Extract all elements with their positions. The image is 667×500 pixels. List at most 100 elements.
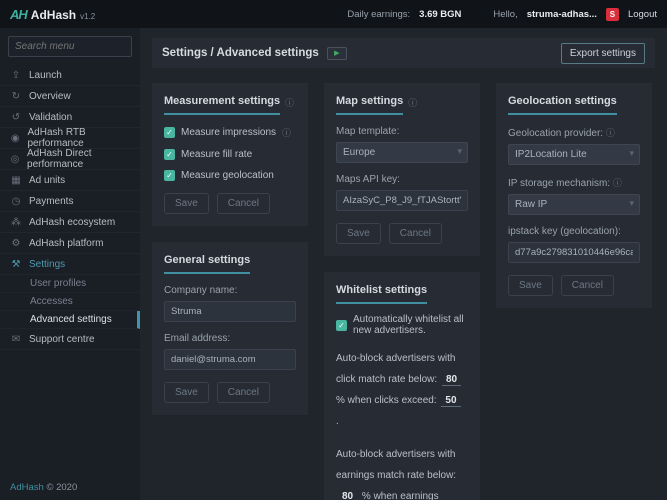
info-icon[interactable]: ⓘ	[408, 96, 417, 109]
cancel-button[interactable]: Cancel	[217, 382, 270, 403]
checkbox-label: Measure fill rate	[181, 149, 252, 160]
sidebar-item-adhash-rtb-performance[interactable]: ◉ AdHash RTB performance	[0, 128, 140, 149]
measurement-settings-card: Measurement settings ⓘ ✓ Measure impress…	[152, 83, 308, 226]
page-header: Settings / Advanced settings ▶ Export se…	[152, 38, 655, 68]
direct-performance-icon: ◎	[10, 154, 20, 165]
measure-impressions-row: ✓ Measure impressions ⓘ	[164, 125, 296, 139]
sidebar-item-validation[interactable]: ↺ Validation	[0, 107, 140, 128]
earnings-match-rule: Auto-block advertisers with earnings mat…	[336, 444, 468, 500]
sidebar-subitem-user-profiles[interactable]: User profiles	[0, 275, 140, 293]
rule-text: % when clicks exceed:	[336, 395, 437, 406]
validation-icon: ↺	[10, 112, 22, 123]
maps-api-key-field[interactable]	[336, 190, 468, 211]
sidebar-footer: AdHash © 2020	[10, 482, 77, 493]
measure-geolocation-checkbox[interactable]: ✓	[164, 170, 175, 181]
sidebar-item-adhash-ecosystem[interactable]: ⁂ AdHash ecosystem	[0, 212, 140, 233]
play-icon: ▶	[334, 50, 339, 57]
main-content: Settings / Advanced settings ▶ Export se…	[140, 28, 667, 500]
map-template-select[interactable]: Europe	[336, 142, 468, 163]
cancel-button[interactable]: Cancel	[389, 223, 442, 244]
sidebar-item-label: AdHash platform	[29, 238, 103, 249]
ip-storage-mechanism-label: IP storage mechanism: ⓘ	[508, 176, 640, 189]
info-icon[interactable]: ⓘ	[606, 128, 615, 138]
whitelist-settings-card: Whitelist settings ✓ Automatically white…	[324, 272, 480, 500]
sidebar-item-label: AdHash ecosystem	[29, 217, 115, 228]
ip-storage-mechanism-select[interactable]: Raw IP	[508, 194, 640, 215]
click-match-rate-input[interactable]: 80	[442, 374, 461, 386]
maps-api-key-label: Maps API key:	[336, 174, 468, 185]
company-name-field[interactable]	[164, 301, 296, 322]
info-icon[interactable]: ⓘ	[282, 126, 291, 139]
card-title: General settings	[164, 254, 250, 274]
save-button[interactable]: Save	[336, 223, 381, 244]
sidebar-item-adhash-direct-performance[interactable]: ◎ AdHash Direct performance	[0, 149, 140, 170]
card-title: Geolocation settings	[508, 95, 617, 115]
ipstack-key-field[interactable]	[508, 242, 640, 263]
info-icon[interactable]: ⓘ	[613, 178, 622, 188]
sidebar-item-label: Payments	[29, 196, 73, 207]
app-logo: AH AdHash v1.2	[0, 7, 140, 22]
card-title: Measurement settings	[164, 95, 280, 115]
sidebar-item-payments[interactable]: ◷ Payments	[0, 191, 140, 212]
save-button[interactable]: Save	[164, 382, 209, 403]
sidebar-item-ad-units[interactable]: ▦ Ad units	[0, 170, 140, 191]
sidebar-subitem-label: User profiles	[30, 278, 86, 289]
email-field[interactable]	[164, 349, 296, 370]
sidebar-item-label: Ad units	[29, 175, 65, 186]
rtb-performance-icon: ◉	[10, 133, 21, 144]
checkbox-label: Measure impressions	[181, 127, 276, 138]
sidebar-subitem-label: Accesses	[30, 296, 73, 307]
cancel-button[interactable]: Cancel	[217, 193, 270, 214]
email-address-label: Email address:	[164, 333, 296, 344]
measure-impressions-checkbox[interactable]: ✓	[164, 127, 175, 138]
rule-text: Auto-block advertisers with earnings mat…	[336, 449, 456, 481]
sidebar-item-settings[interactable]: ⚒ Settings	[0, 254, 140, 275]
measure-fill-rate-checkbox[interactable]: ✓	[164, 149, 175, 160]
general-settings-card: General settings Company name: Email add…	[152, 242, 308, 415]
overview-icon: ↻	[10, 91, 22, 102]
checkbox-label: Measure geolocation	[181, 170, 274, 181]
search-input[interactable]	[8, 36, 132, 57]
geolocation-provider-select[interactable]: IP2Location Lite	[508, 144, 640, 165]
topbar: AH AdHash v1.2 Daily earnings: 3.69 BGN …	[0, 0, 667, 28]
card-title: Map settings	[336, 95, 403, 115]
export-settings-button[interactable]: Export settings	[561, 43, 645, 64]
cancel-button[interactable]: Cancel	[561, 275, 614, 296]
sidebar-item-launch[interactable]: ⇧ Launch	[0, 65, 140, 86]
rule-text: .	[336, 416, 339, 427]
support-chat-icon: ✉	[10, 334, 22, 345]
sidebar-item-label: Overview	[29, 91, 71, 102]
footer-brand-link[interactable]: AdHash	[10, 482, 44, 493]
user-avatar-badge[interactable]: S	[606, 8, 619, 21]
sidebar-subitem-accesses[interactable]: Accesses	[0, 293, 140, 311]
earnings-match-rate-input[interactable]: 80	[338, 491, 357, 500]
ipstack-key-label: ipstack key (geolocation):	[508, 226, 640, 237]
sidebar-item-label: AdHash Direct performance	[27, 148, 130, 170]
launch-icon: ⇧	[10, 70, 22, 81]
geolocation-settings-card: Geolocation settings Geolocation provide…	[496, 83, 652, 308]
sidebar-subitem-advanced-settings[interactable]: Advanced settings	[0, 311, 140, 329]
logout-button[interactable]: Logout	[628, 9, 657, 20]
save-button[interactable]: Save	[508, 275, 553, 296]
click-match-rule: Auto-block advertisers with click match …	[336, 348, 468, 432]
breadcrumb: Settings / Advanced settings	[162, 47, 319, 59]
adhash-logo-icon: AH	[10, 7, 27, 22]
sidebar-item-label: Support centre	[29, 334, 95, 345]
sidebar-item-label: AdHash RTB performance	[28, 127, 131, 149]
clicks-exceed-input[interactable]: 50	[441, 395, 460, 407]
app-version: v1.2	[80, 12, 95, 21]
sidebar: ⇧ Launch ↻ Overview ↺ Validation ◉ AdHas…	[0, 28, 140, 500]
greeting-username[interactable]: struma-adhas...	[527, 9, 597, 20]
info-icon[interactable]: ⓘ	[285, 96, 294, 109]
measure-fill-rate-row: ✓ Measure fill rate	[164, 149, 296, 160]
sidebar-subitem-label: Advanced settings	[30, 314, 112, 325]
sidebar-item-adhash-platform[interactable]: ⚙ AdHash platform	[0, 233, 140, 254]
ecosystem-icon: ⁂	[10, 217, 22, 228]
payments-icon: ◷	[10, 196, 22, 207]
save-button[interactable]: Save	[164, 193, 209, 214]
sidebar-item-support-centre[interactable]: ✉ Support centre	[0, 329, 140, 350]
tutorial-play-button[interactable]: ▶	[327, 47, 347, 60]
card-title: Whitelist settings	[336, 284, 427, 304]
auto-whitelist-checkbox[interactable]: ✓	[336, 320, 347, 331]
sidebar-item-overview[interactable]: ↻ Overview	[0, 86, 140, 107]
